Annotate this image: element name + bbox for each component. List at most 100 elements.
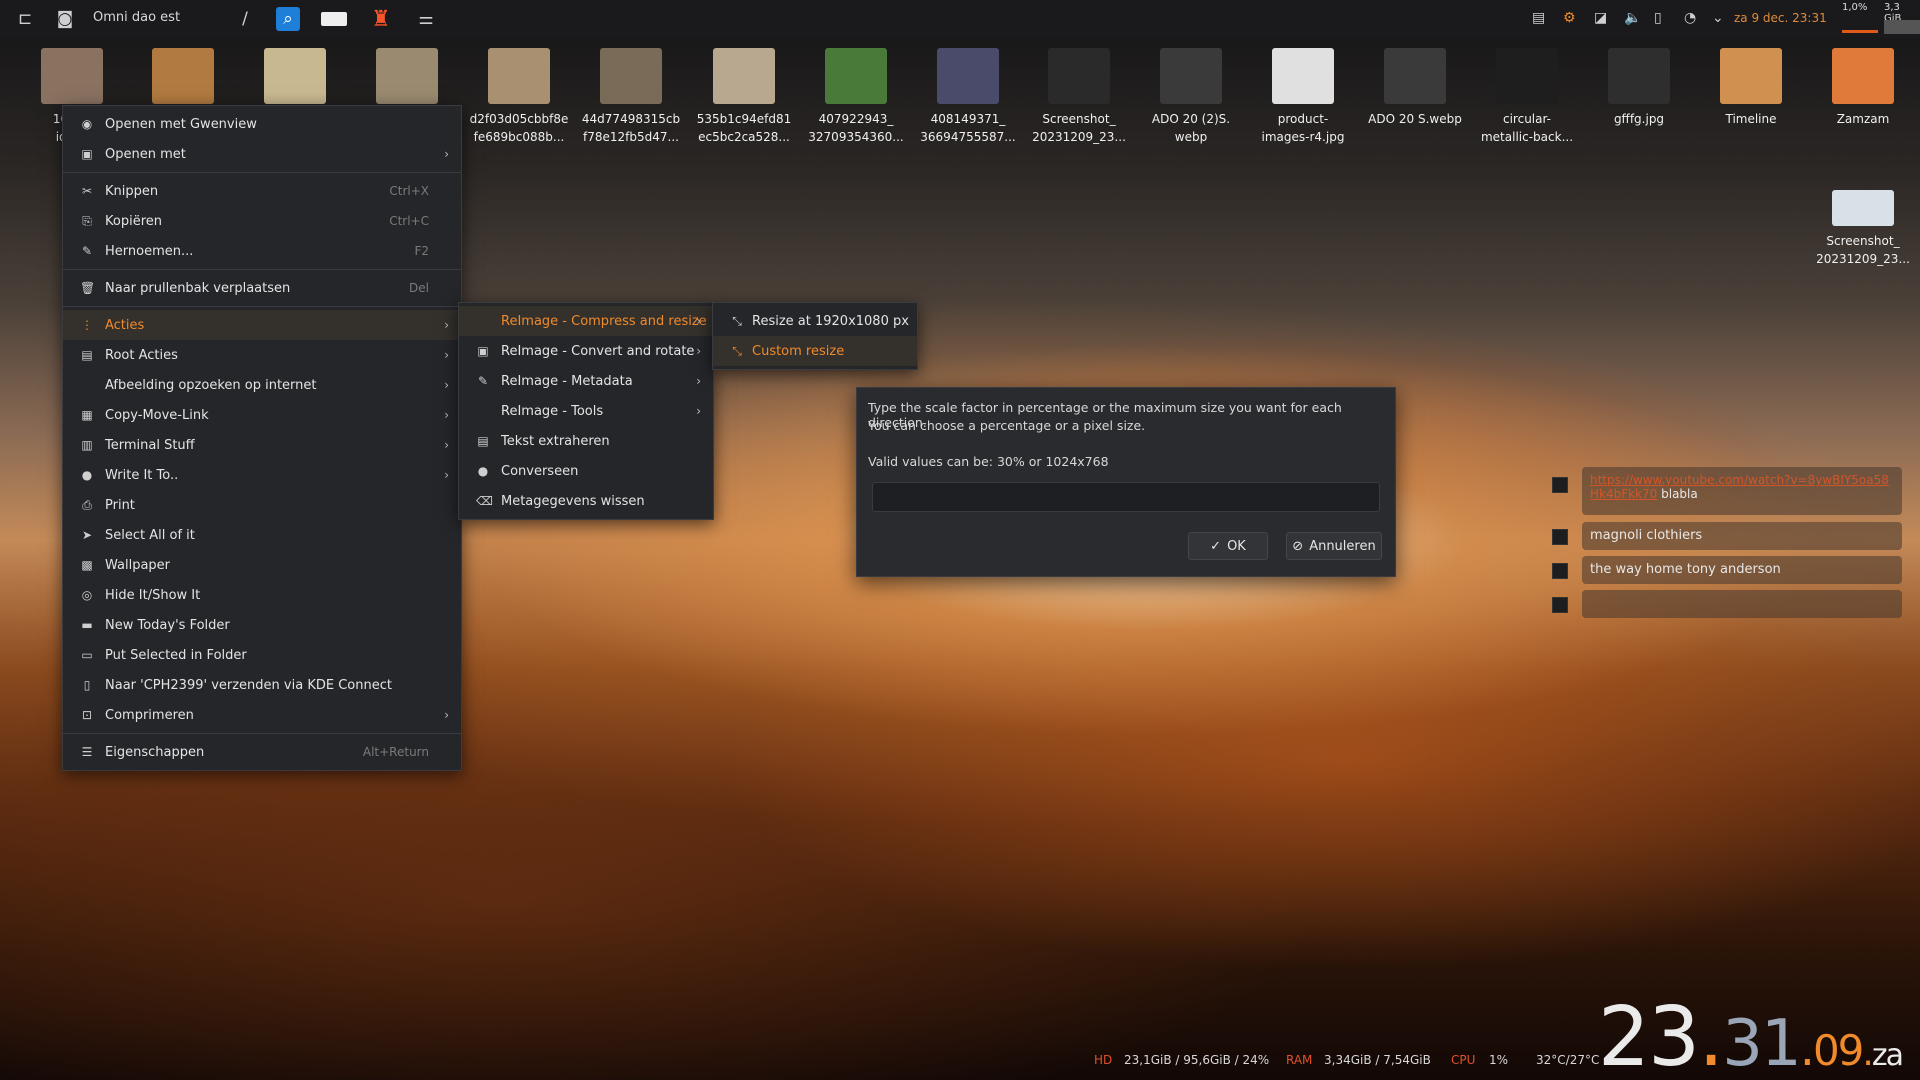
todo-checkbox[interactable] [1552,563,1568,579]
cancel-label: Annuleren [1309,538,1376,554]
cancel-button[interactable]: ⊘ Annuleren [1286,532,1382,560]
menu-item[interactable]: ReImage - Compress and resize › [459,306,713,336]
desktop-file-icon[interactable]: Screenshot_ 20231209_23... [1029,48,1129,146]
eye-icon: ◎ [81,588,93,602]
menu-item[interactable]: ◉ Openen met Gwenview [63,109,461,139]
chevron-right-icon: › [444,318,449,332]
dialog-text-2: You can choose a percentage or a pixel s… [868,418,1146,433]
desktop-file-icon[interactable]: 44d77498315cb f78e12fb5d47... [581,48,681,146]
desktop-file-icon[interactable]: gfffg.jpg [1589,48,1689,128]
menu-item[interactable]: ▩ Wallpaper [63,550,461,580]
menu-item-label: Select All of it [105,527,195,543]
clock-weekday: za [1871,1038,1904,1073]
menu-item[interactable]: ➤ Select All of it [63,520,461,550]
todo-link[interactable]: https://www.youtube.com/watch?v=8ywBIY5o… [1590,473,1889,501]
menu-item[interactable]: 🗑 Naar prullenbak verplaatsen Del [63,273,461,303]
todo-text-box[interactable] [1582,590,1902,618]
menu-separator [63,172,461,173]
menu-item[interactable]: ⌫ Metagegevens wissen [459,486,713,516]
wallpaper-icon: ▩ [81,558,93,572]
desktop-file-icon[interactable]: Screenshot_ 20231209_23... [1813,190,1913,268]
file-thumbnail [1832,190,1894,226]
todo-checkbox[interactable] [1552,529,1568,545]
panel-clock[interactable]: za 9 dec. 23:31 [1734,11,1827,25]
todo-text-box[interactable]: magnoli clothiers [1582,522,1902,550]
desktop-file-icon[interactable]: 408149371_ 36694755587... [918,48,1018,146]
menu-item[interactable]: ▭ Put Selected in Folder [63,640,461,670]
file-label: 408149371_ 36694755587... [920,112,1016,144]
menu-item-label: Write It To.. [105,467,179,483]
file-thumbnail [1720,48,1782,104]
chevron-down-icon[interactable]: ⌄ [1712,10,1724,26]
desktop-file-icon[interactable]: 535b1c94efd81 ec5bc2ca528... [694,48,794,146]
desktop-file-icon[interactable]: ADO 20 S.webp [1365,48,1465,128]
desktop-file-icon[interactable]: d2f03d05cbbf8e fe689bc088b... [469,48,569,146]
menu-item[interactable]: ✎ Hernoemen... F2 [63,236,461,266]
ok-button[interactable]: ✓ OK [1188,532,1268,560]
copy-icon: ⎘ [82,214,92,228]
desktop-file-icon[interactable]: ADO 20 (2)S. webp [1141,48,1241,146]
menu-item[interactable]: ⊡ Comprimeren › [63,700,461,730]
todo-checkbox[interactable] [1552,477,1568,493]
write-icon: ● [81,468,93,482]
network-icon[interactable]: ◔ [1684,10,1696,26]
update-icon[interactable]: ⚙ [1563,10,1576,26]
chevron-right-icon: › [444,378,449,392]
cpu-value: 1% [1489,1053,1509,1067]
menu-item-label: Wallpaper [105,557,171,573]
menu-item[interactable]: ▦ Copy-Move-Link › [63,400,461,430]
phone-connect-icon[interactable]: ▯ [1654,10,1662,26]
todo-text-box[interactable]: https://www.youtube.com/watch?v=8ywBIY5o… [1582,467,1902,515]
desktop-file-icon[interactable] [357,48,457,110]
desktop-file-icon[interactable]: circular- metallic-back... [1477,48,1577,146]
activities-icon[interactable]: ⊏ [12,7,38,31]
scale-input[interactable] [872,482,1380,512]
menu-item[interactable]: ✂ Knippen Ctrl+X [63,176,461,206]
file-thumbnail [600,48,662,104]
menu-item[interactable]: ▣ Openen met › [63,139,461,169]
converseen-icon: ● [477,464,489,478]
desktop-file-icon[interactable]: Timeline [1701,48,1801,128]
menu-item[interactable]: ◎ Hide It/Show It [63,580,461,610]
screenshot-icon[interactable]: ◙ [52,7,78,31]
menu-item[interactable]: ▣ ReImage - Convert and rotate › [459,336,713,366]
menu-item[interactable]: ⤡ Custom resize [713,336,917,366]
menu-item[interactable]: ReImage - Tools › [459,396,713,426]
terminal-app-icon[interactable] [321,12,347,26]
volume-icon[interactable]: 🔈 [1624,10,1641,26]
menu-item-label: ReImage - Tools [501,403,604,419]
menu-item[interactable]: ▤ Tekst extraheren [459,426,713,456]
settings-sliders-icon[interactable]: ⚌ [413,7,439,31]
root-icon: ▤ [81,348,93,362]
menu-item[interactable]: ▬ New Today's Folder [63,610,461,640]
menu-item[interactable]: ⤡ Resize at 1920x1080 px [713,306,917,336]
desktop-file-icon[interactable] [133,48,233,110]
menu-item[interactable]: ⎙ Print [63,490,461,520]
menu-item[interactable]: ☰ Eigenschappen Alt+Return [63,737,461,767]
todo-text-box[interactable]: the way home tony anderson [1582,556,1902,584]
menu-item-label: Openen met [105,146,186,162]
menu-shortcut: F2 [414,244,429,258]
clipboard-icon[interactable]: ◪ [1594,10,1607,26]
file-label: d2f03d05cbbf8e fe689bc088b... [469,112,569,144]
menu-item[interactable]: Afbeelding opzoeken op internet › [63,370,461,400]
desktop-file-icon[interactable] [245,48,345,110]
menu-item[interactable]: ▯ Naar 'CPH2399' verzenden via KDE Connec… [63,670,461,700]
menu-item[interactable]: ▥ Terminal Stuff › [63,430,461,460]
todo-checkbox[interactable] [1552,597,1568,613]
menu-item[interactable]: ✎ ReImage - Metadata › [459,366,713,396]
custom-resize-dialog: Type the scale factor in percentage or t… [856,387,1396,577]
desktop-file-icon[interactable]: product- images-r4.jpg [1253,48,1353,146]
menu-item[interactable]: ● Converseen [459,456,713,486]
menu-item[interactable]: ⎘ Kopiëren Ctrl+C [63,206,461,236]
menu-item-label: ReImage - Compress and resize [501,313,707,329]
menu-item[interactable]: ● Write It To.. › [63,460,461,490]
desktop-file-icon[interactable]: 407922943_ 32709354360... [806,48,906,146]
desktop-file-icon[interactable]: Zamzam [1813,48,1913,128]
notes-icon[interactable]: ▤ [1532,10,1545,26]
menu-item[interactable]: ⋮ Acties › [63,310,461,340]
brave-browser-icon[interactable]: ♜ [368,7,394,32]
search-app-icon[interactable]: ⌕ [276,7,300,31]
menu-item[interactable]: ▤ Root Acties › [63,340,461,370]
file-label: ADO 20 S.webp [1368,112,1462,126]
